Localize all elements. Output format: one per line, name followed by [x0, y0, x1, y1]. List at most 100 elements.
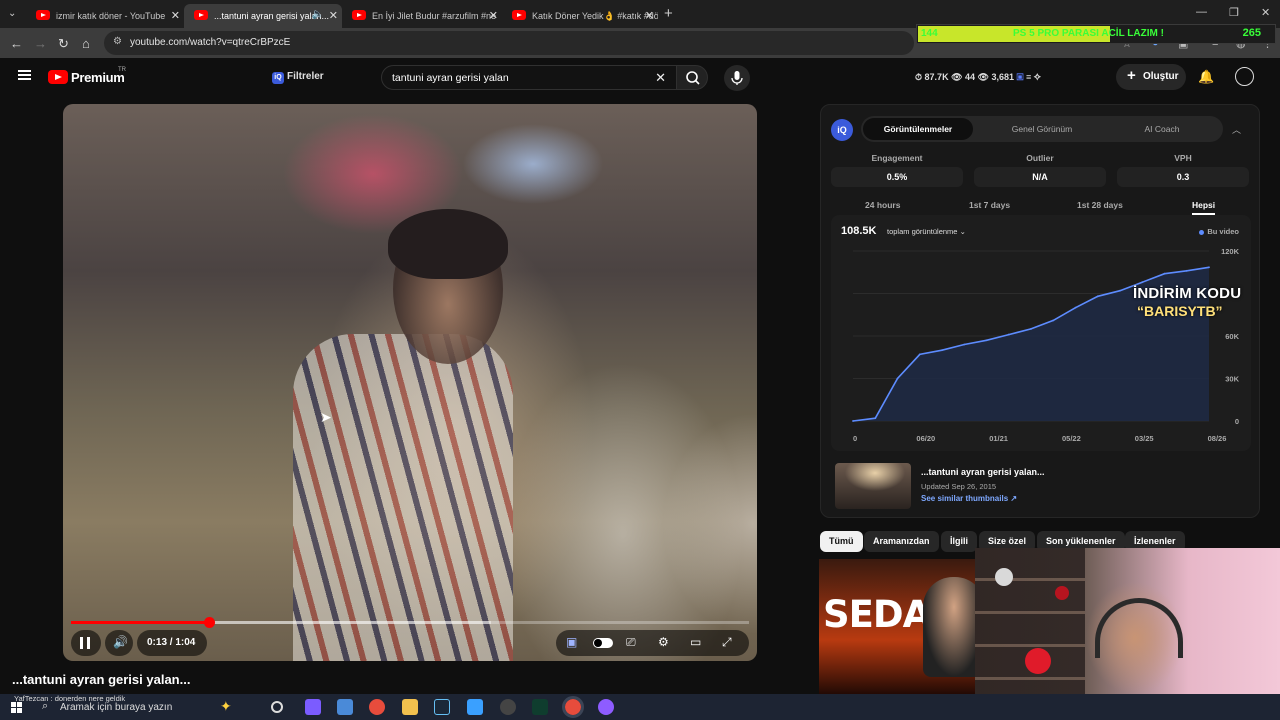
- folder-icon[interactable]: [402, 699, 418, 715]
- tab-close-icon[interactable]: ✕: [645, 9, 654, 22]
- chip-from-search[interactable]: Aramanızdan: [864, 531, 939, 552]
- store-icon[interactable]: [337, 699, 353, 715]
- volume-button[interactable]: 🔊: [105, 630, 133, 656]
- url-bar[interactable]: ⚙ youtube.com/watch?v=qtreCrBPzcE: [104, 31, 914, 55]
- webcam-shelf: [975, 548, 1085, 694]
- vidiq-icon[interactable]: ▣: [566, 635, 577, 649]
- chip-related[interactable]: İlgili: [941, 531, 977, 552]
- tab-search-icon[interactable]: ⌄: [8, 8, 16, 19]
- chrome-icon[interactable]: [369, 699, 385, 715]
- restore-icon[interactable]: ❐: [1229, 6, 1239, 19]
- app-icon[interactable]: [467, 699, 483, 715]
- promo-code: “BARISYTB”: [1137, 303, 1223, 319]
- cortana-icon[interactable]: [271, 701, 283, 713]
- clear-search-icon[interactable]: ✕: [655, 70, 666, 86]
- metric-outlier: N/A: [974, 167, 1106, 187]
- recommendation-thumbnail[interactable]: SEDAT: [819, 559, 977, 694]
- avatar[interactable]: [1235, 67, 1254, 86]
- voice-search-button[interactable]: [724, 65, 750, 91]
- vidiq-icon[interactable]: ▣: [1017, 72, 1024, 82]
- url-text[interactable]: youtube.com/watch?v=qtreCrBPzcE: [130, 37, 290, 48]
- webcam-headset: [1095, 598, 1183, 658]
- volume-icon: 🔊: [113, 635, 128, 649]
- chrome-active-icon[interactable]: [562, 696, 584, 718]
- home-icon[interactable]: ⌂: [82, 36, 90, 51]
- webcam-toy: [995, 568, 1013, 586]
- x-tick-label: 0: [853, 434, 857, 443]
- browser-tab[interactable]: izmir katık döner - YouTube ✕: [26, 4, 184, 28]
- app-icon[interactable]: [532, 699, 548, 715]
- minimize-icon[interactable]: —: [1196, 6, 1207, 18]
- tab-close-icon[interactable]: ✕: [489, 9, 498, 22]
- forward-icon[interactable]: →: [34, 36, 47, 51]
- range-7d[interactable]: 1st 7 days: [969, 200, 1010, 210]
- region-code: TR: [118, 67, 126, 73]
- brand-label[interactable]: Premium: [71, 70, 125, 85]
- settings-gear-icon[interactable]: ⚙: [658, 635, 669, 649]
- back-icon[interactable]: ←: [10, 36, 23, 51]
- tab-close-icon[interactable]: ✕: [171, 9, 180, 22]
- browser-tab-active[interactable]: ...tantuni ayran gerisi yalan... 🔈 ✕: [184, 4, 342, 28]
- vidiq-icon[interactable]: iQ: [272, 72, 284, 84]
- video-frame-shirt: [293, 334, 513, 661]
- collapse-chevron-icon[interactable]: ︿: [1232, 123, 1241, 136]
- browser-tab[interactable]: Katık Döner Yedik👌 #katık #dö ✕: [502, 4, 658, 28]
- window-close-icon[interactable]: ✕: [1261, 6, 1270, 19]
- tab-close-icon[interactable]: ✕: [329, 9, 338, 22]
- tab-ai-coach[interactable]: AI Coach: [1107, 124, 1217, 134]
- autoplay-toggle[interactable]: [593, 638, 613, 648]
- video-thumbnail[interactable]: [835, 463, 911, 509]
- search-query[interactable]: tantuni ayran gerisi yalan: [392, 72, 509, 84]
- y-tick-label: 0: [1235, 417, 1239, 426]
- data-point: [896, 377, 899, 380]
- tab-views[interactable]: Görüntülenmeler: [863, 118, 973, 140]
- video-frame-hair: [388, 209, 508, 279]
- data-point: [1074, 306, 1077, 309]
- video-player[interactable]: ➤ 🔊 0:13 / 1:04 ▣ ⎚ ⚙ ▭ ⤢: [63, 104, 757, 661]
- new-tab-icon[interactable]: +: [664, 5, 673, 22]
- windows-start-icon[interactable]: [11, 702, 22, 713]
- pause-button[interactable]: [71, 630, 101, 656]
- youtube-logo-icon[interactable]: [48, 70, 68, 84]
- webcam-toy: [1055, 586, 1069, 600]
- fullscreen-icon[interactable]: ⤢: [722, 635, 732, 650]
- app-icon[interactable]: [598, 699, 614, 715]
- range-28d[interactable]: 1st 28 days: [1077, 200, 1123, 210]
- data-point: [852, 420, 854, 422]
- theater-mode-icon[interactable]: ▭: [690, 635, 701, 649]
- speaker-icon[interactable]: 🔈: [312, 9, 324, 20]
- metric-vph: 0.3: [1117, 167, 1249, 187]
- scrubber-handle[interactable]: [203, 617, 215, 628]
- progress-bar[interactable]: [71, 617, 749, 628]
- subtitles-icon[interactable]: ⎚: [626, 635, 636, 650]
- plus-icon: +: [1127, 67, 1136, 84]
- notifications-bell-icon[interactable]: 🔔: [1198, 69, 1214, 85]
- browser-tab[interactable]: En İyi Jilet Budur #arzufilm #ne ✕: [342, 4, 502, 28]
- data-point: [1141, 281, 1144, 284]
- site-info-icon[interactable]: ⚙: [113, 36, 122, 47]
- app-icon[interactable]: [500, 699, 516, 715]
- create-button[interactable]: + Oluştur: [1116, 64, 1186, 90]
- search-button[interactable]: [676, 65, 708, 90]
- data-point: [985, 339, 988, 342]
- search-input[interactable]: tantuni ayran gerisi yalan ✕: [381, 65, 677, 90]
- promo-title: İNDİRİM KODU: [1133, 285, 1242, 302]
- x-tick-label: 05/22: [1062, 434, 1081, 443]
- menu-icon[interactable]: [18, 70, 31, 80]
- vidiq-logo-icon: iQ: [831, 119, 853, 141]
- chip-all[interactable]: Tümü: [820, 531, 863, 552]
- list-icon[interactable]: ≡: [1026, 72, 1031, 82]
- similar-thumbnails-link[interactable]: See similar thumbnails ↗: [921, 494, 1017, 503]
- data-point: [1163, 272, 1166, 275]
- sparkle-icon[interactable]: ✧: [1034, 72, 1041, 82]
- filters-button[interactable]: Filtreler: [287, 71, 324, 82]
- app-icon[interactable]: [305, 699, 321, 715]
- range-24h[interactable]: 24 hours: [865, 200, 900, 210]
- sparkle-icon[interactable]: ✦: [220, 698, 236, 714]
- steam-icon[interactable]: [434, 699, 450, 715]
- tab-label: izmir katık döner - YouTube: [56, 11, 166, 21]
- reload-icon[interactable]: ↻: [58, 36, 69, 52]
- range-all[interactable]: Hepsi: [1192, 200, 1216, 215]
- tab-overview[interactable]: Genel Görünüm: [987, 124, 1097, 134]
- data-point: [963, 343, 966, 346]
